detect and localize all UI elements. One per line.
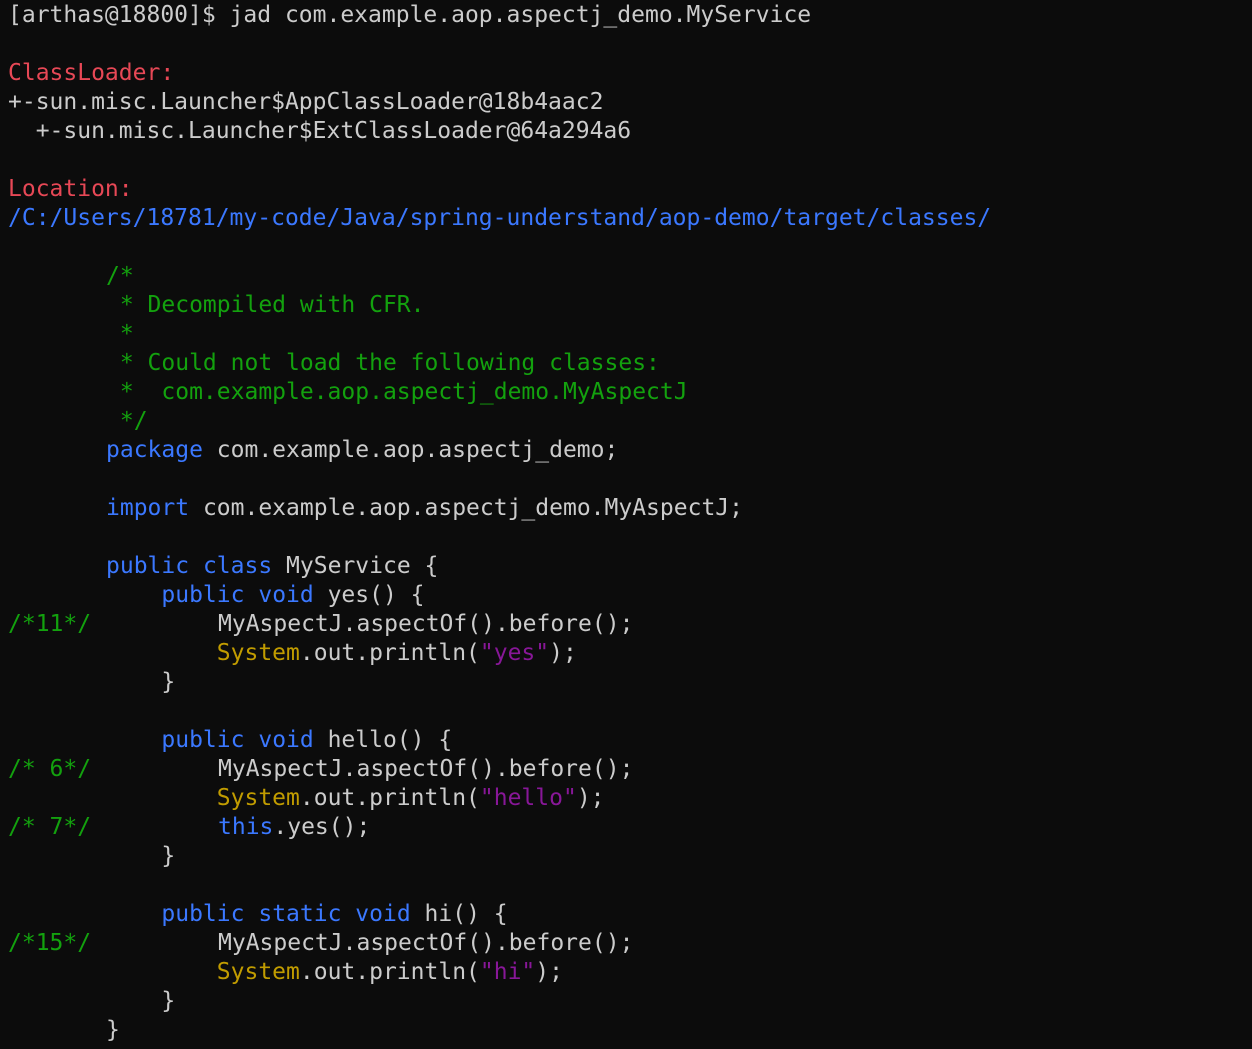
classloader-app: +-sun.misc.Launcher$AppClassLoader@18b4a…: [8, 89, 604, 115]
code-line: System.out.println("yes");: [216, 640, 577, 666]
classloader-label: ClassLoader:: [8, 60, 175, 86]
code-method-yes: public void yes() {: [161, 582, 425, 608]
code-line: }: [106, 1017, 120, 1043]
code-comment-line: * Decompiled with CFR.: [106, 292, 425, 318]
code-comment-line: * Could not load the following classes:: [106, 350, 660, 376]
line-number: /* 6*/: [8, 756, 92, 782]
code-class-decl: public class MyService {: [106, 553, 439, 579]
command-text: jad com.example.aop.aspectj_demo.MyServi…: [229, 2, 812, 28]
code-line: /*15*/MyAspectJ.aspectOf().before();: [8, 930, 634, 956]
code-line: System.out.println("hi");: [216, 959, 563, 985]
code-line: /* 6*/MyAspectJ.aspectOf().before();: [8, 756, 634, 782]
terminal-window[interactable]: [arthas@18800]$ jad com.example.aop.aspe…: [0, 0, 1252, 1049]
code-line: }: [161, 988, 176, 1014]
code-package-line: package com.example.aop.aspectj_demo;: [106, 437, 619, 463]
code-line: }: [161, 669, 176, 695]
code-method-hi: public static void hi() {: [161, 901, 508, 927]
code-line: System.out.println("hello");: [216, 785, 605, 811]
code-method-hello: public void hello() {: [161, 727, 453, 753]
line-number: /*11*/: [8, 611, 92, 637]
code-comment-line: *: [106, 321, 134, 347]
command-line: [arthas@18800]$ jad com.example.aop.aspe…: [8, 1, 1252, 30]
classloader-ext: +-sun.misc.Launcher$ExtClassLoader@64a29…: [8, 118, 632, 144]
location-label: Location:: [8, 176, 133, 202]
code-comment-line: /*: [106, 263, 134, 289]
code-comment-line: * com.example.aop.aspectj_demo.MyAspectJ: [106, 379, 688, 405]
line-number: /*15*/: [8, 930, 92, 956]
code-line: /*11*/MyAspectJ.aspectOf().before();: [8, 611, 634, 637]
shell-prompt: [arthas@18800]$: [8, 2, 230, 28]
line-number: /* 7*/: [8, 814, 92, 840]
code-line: /* 7*/this.yes();: [8, 814, 371, 840]
code-comment-line: */: [106, 408, 148, 434]
code-import-line: import com.example.aop.aspectj_demo.MyAs…: [106, 495, 743, 521]
code-line: }: [161, 843, 176, 869]
location-path[interactable]: /C:/Users/18781/my-code/Java/spring-unde…: [8, 204, 1252, 233]
